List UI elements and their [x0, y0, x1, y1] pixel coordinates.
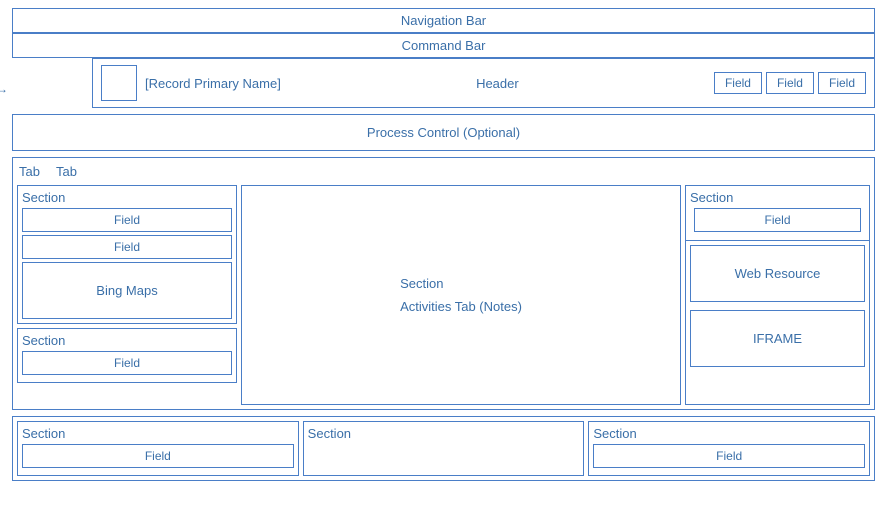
middle-column: Section Activities Tab (Notes) [241, 185, 681, 405]
bottom-col-1: Section Field [17, 421, 299, 476]
header-center-label: Header [289, 76, 706, 91]
bing-maps-box: Bing Maps [22, 262, 232, 319]
navigation-bar: Navigation Bar [12, 8, 875, 33]
bottom-col-3-section: Section [593, 426, 865, 441]
left-section-1: Section Field Field Bing Maps [17, 185, 237, 324]
web-resource-box: Web Resource [690, 245, 865, 302]
main-tabs-area: Tab Tab Section Field Field Bing Maps Se… [12, 157, 875, 410]
bottom-col-3-field[interactable]: Field [593, 444, 865, 468]
left-section-1-field-2[interactable]: Field [22, 235, 232, 259]
bottom-col-1-section: Section [22, 426, 294, 441]
navigation-bar-label: Navigation Bar [401, 13, 486, 28]
process-control: Process Control (Optional) [12, 114, 875, 151]
command-bar-label: Command Bar [402, 38, 486, 53]
left-section-2-field-1[interactable]: Field [22, 351, 232, 375]
left-section-2: Section Field [17, 328, 237, 383]
right-section-label: Section [690, 190, 865, 205]
bottom-col-2: Section [303, 421, 585, 476]
left-column: Section Field Field Bing Maps Section Fi… [17, 185, 237, 405]
right-section-field[interactable]: Field [694, 208, 861, 232]
activities-tab-label: Activities Tab (Notes) [400, 299, 522, 314]
header-field-3[interactable]: Field [818, 72, 866, 94]
left-section-1-label: Section [22, 190, 232, 205]
tab-2-label[interactable]: Tab [56, 164, 77, 179]
command-bar: Command Bar [12, 33, 875, 58]
left-section-1-field-1[interactable]: Field [22, 208, 232, 232]
tab-1-label[interactable]: Tab [19, 164, 40, 179]
header-field-1[interactable]: Field [714, 72, 762, 94]
image-placeholder [101, 65, 137, 101]
tabs-label-row: Tab Tab [17, 162, 870, 181]
right-section-header: Section Field [686, 186, 869, 241]
mid-section-label: Section [400, 276, 522, 291]
bottom-tabs-area: Section Field Section Section Field [12, 416, 875, 481]
header-row: [Record Primary Name] Header Field Field… [92, 58, 875, 108]
process-control-label: Process Control (Optional) [367, 125, 520, 140]
record-primary-name: [Record Primary Name] [145, 76, 281, 91]
bottom-col-2-section: Section [308, 426, 580, 441]
bottom-col-1-field[interactable]: Field [22, 444, 294, 468]
bottom-col-3: Section Field [588, 421, 870, 476]
header-fields: Field Field Field [714, 72, 866, 94]
image-optional-label: Image(Optional) → [0, 66, 8, 97]
right-column: Section Field Web Resource IFRAME [685, 185, 870, 405]
three-col-layout: Section Field Field Bing Maps Section Fi… [17, 185, 870, 405]
left-section-2-label: Section [22, 333, 232, 348]
iframe-box: IFRAME [690, 310, 865, 367]
header-field-2[interactable]: Field [766, 72, 814, 94]
